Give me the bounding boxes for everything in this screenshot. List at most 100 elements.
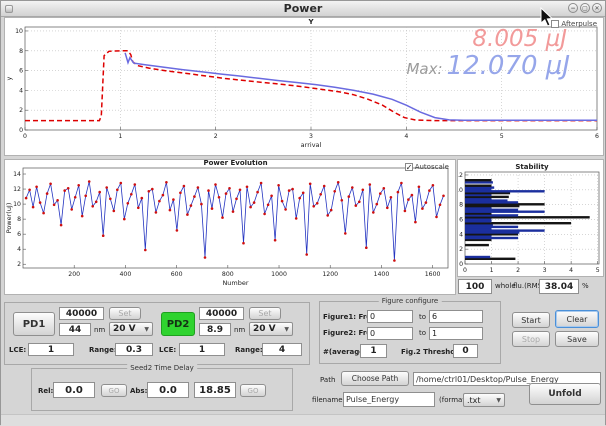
svg-text:0: 0: [463, 267, 467, 274]
pd2-freq-input[interactable]: [199, 307, 244, 320]
path-label: Path: [320, 376, 335, 384]
pd2-lce-label: LCE:: [159, 346, 176, 354]
seed2-legend: Seed2 Time Delay: [127, 364, 197, 372]
svg-text:2: 2: [459, 246, 463, 253]
percent-label: %: [582, 282, 589, 290]
svg-text:Number: Number: [222, 279, 248, 287]
start-button[interactable]: Start: [512, 312, 550, 328]
pd2-set-button[interactable]: Set: [249, 307, 281, 320]
figure2-from-input[interactable]: [367, 327, 413, 340]
pd2-voltage-value: 20 V: [253, 324, 276, 334]
figure2-to-label: to: [419, 329, 426, 337]
svg-text:400: 400: [120, 271, 132, 278]
svg-text:600: 600: [171, 271, 183, 278]
autoscale-checkbox[interactable]: ✓ Autoscale: [405, 163, 449, 171]
pd2-wavelength-input[interactable]: [199, 323, 231, 336]
svg-text:1000: 1000: [271, 271, 287, 278]
svg-text:800: 800: [222, 271, 234, 278]
svg-text:10: 10: [15, 28, 23, 35]
svg-text:6: 6: [595, 133, 599, 140]
pd2-voltage-select[interactable]: 20 V ▼: [249, 322, 293, 336]
afterpulse-checkbox-label: Afterpulse: [561, 20, 597, 28]
figure2-to-input[interactable]: [429, 327, 483, 340]
pd2-range-input[interactable]: [262, 343, 302, 356]
figure1-panel: 01234560246810Yarrivaly 8.005 µJ Max:12.…: [4, 17, 604, 156]
afterpulse-checkbox-box[interactable]: [551, 20, 559, 28]
svg-text:Stability: Stability: [515, 163, 549, 171]
pd1-range-input[interactable]: [115, 343, 153, 356]
abs-position-input[interactable]: [194, 382, 236, 398]
filename-label: filename: [312, 396, 343, 404]
pd2-range-label: Range:: [235, 346, 263, 354]
svg-text:0: 0: [23, 133, 27, 140]
svg-text:4: 4: [404, 133, 408, 140]
max-label: Max:: [406, 60, 442, 78]
svg-text:1600: 1600: [425, 271, 441, 278]
power-evolution-plot: 20040060080010001200140016002468101214Po…: [5, 160, 455, 294]
max-energy-value: Max:12.070 µJ: [406, 51, 570, 81]
autoscale-checkbox-box[interactable]: ✓: [405, 163, 413, 171]
format-value: .txt: [467, 396, 481, 405]
chevron-down-icon: ▼: [284, 326, 289, 333]
clear-button[interactable]: Clear: [555, 310, 599, 328]
rel-go-button[interactable]: GO: [101, 384, 127, 397]
chevron-down-icon: ▼: [144, 326, 149, 333]
pd1-lce-input[interactable]: [28, 343, 74, 356]
pd1-set-button[interactable]: Set: [109, 307, 141, 320]
unfold-button[interactable]: Unfold: [529, 383, 601, 405]
svg-text:arrival: arrival: [301, 141, 322, 149]
maximize-button[interactable]: ▢: [580, 3, 590, 13]
svg-text:4: 4: [569, 267, 573, 274]
figure2-panel: 20040060080010001200140016002468101214Po…: [4, 159, 456, 295]
svg-text:Y: Y: [307, 18, 314, 26]
svg-text:8: 8: [17, 216, 21, 223]
fig2-threshold-input[interactable]: [453, 344, 478, 358]
pd2-button[interactable]: PD2: [161, 312, 195, 336]
pd1-lce-label: LCE:: [9, 346, 26, 354]
svg-text:2: 2: [214, 133, 218, 140]
choose-path-button[interactable]: Choose Path: [341, 371, 409, 386]
pd2-lce-input[interactable]: [179, 343, 225, 356]
titlebar: Power − ▢ ✕: [1, 1, 605, 17]
svg-text:10: 10: [458, 187, 463, 194]
window-menu-icon[interactable]: [5, 5, 13, 13]
close-button[interactable]: ✕: [592, 3, 602, 13]
stop-button[interactable]: Stop: [512, 331, 550, 347]
pd1-button[interactable]: PD1: [13, 312, 55, 336]
figure1-from-input[interactable]: [367, 310, 413, 323]
sample-count-input[interactable]: [458, 279, 492, 294]
figure1-to-input[interactable]: [429, 310, 483, 323]
svg-text:12: 12: [13, 186, 21, 193]
svg-text:4: 4: [17, 246, 21, 253]
app-window: { "window": {"title": "Power", "minimize…: [0, 0, 606, 425]
svg-text:Power Evolution: Power Evolution: [203, 160, 267, 167]
svg-text:14: 14: [13, 171, 21, 178]
abs-delay-input[interactable]: [147, 382, 189, 398]
filename-input[interactable]: [343, 392, 435, 407]
autoscale-checkbox-label: Autoscale: [415, 163, 449, 171]
svg-text:6: 6: [17, 231, 21, 238]
save-button[interactable]: Save: [555, 331, 599, 347]
current-energy-value: 8.005 µJ: [472, 26, 567, 52]
pd2-nm-label: nm: [234, 326, 245, 334]
svg-text:200: 200: [68, 271, 80, 278]
svg-text:3: 3: [543, 267, 547, 274]
rel-label: Rel:: [38, 387, 53, 395]
svg-text:1200: 1200: [322, 271, 338, 278]
format-select[interactable]: .txt▼: [463, 393, 505, 407]
svg-text:2: 2: [516, 267, 520, 274]
pd1-voltage-select[interactable]: 20 V▼: [109, 322, 153, 336]
rms-value-input[interactable]: [539, 279, 579, 294]
pd1-freq-input[interactable]: [59, 307, 104, 320]
minimize-button[interactable]: −: [568, 3, 578, 13]
pd1-wavelength-input[interactable]: [59, 323, 91, 336]
svg-text:4: 4: [19, 87, 23, 94]
afterpulse-checkbox[interactable]: Afterpulse: [551, 20, 597, 28]
svg-text:5: 5: [500, 133, 504, 140]
abs-label: Abs:: [130, 387, 147, 395]
svg-text:6: 6: [19, 68, 23, 75]
svg-text:1: 1: [118, 133, 122, 140]
average-input[interactable]: [360, 344, 387, 358]
abs-go-button[interactable]: GO: [240, 384, 266, 397]
rel-delay-input[interactable]: [53, 382, 95, 398]
